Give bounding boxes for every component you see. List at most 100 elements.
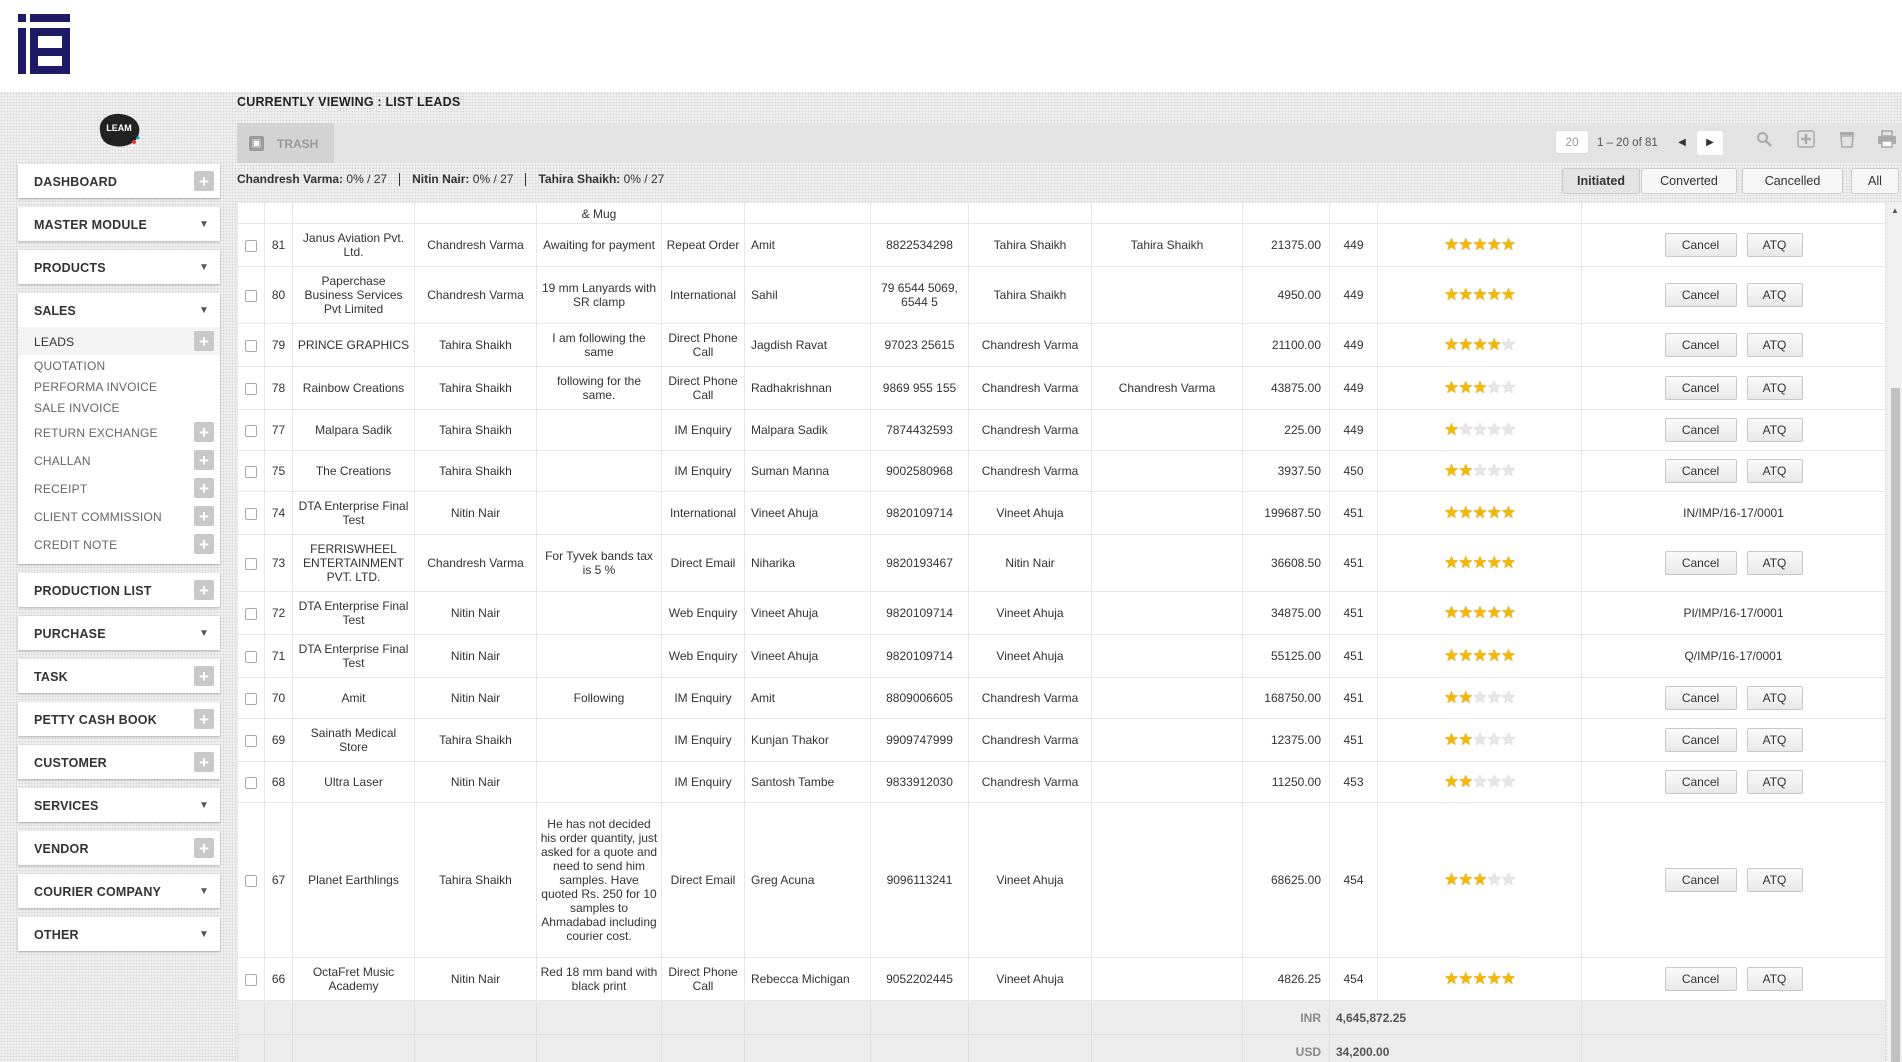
atq-button[interactable]: ATQ: [1746, 376, 1803, 400]
table-row[interactable]: 78 Rainbow Creations Tahira Shaikh followin…: [237, 366, 1886, 410]
atq-button[interactable]: ATQ: [1746, 686, 1803, 710]
sidebar-subitem-credit-note[interactable]: CREDIT NOTE +: [18, 530, 220, 558]
star-filled-icon[interactable]: ★: [1444, 235, 1459, 254]
row-checkbox[interactable]: [245, 650, 257, 663]
cancel-button[interactable]: Cancel: [1664, 418, 1737, 442]
rating-stars[interactable]: ★★★★★: [1444, 870, 1516, 889]
cancel-button[interactable]: Cancel: [1664, 459, 1737, 483]
star-filled-icon[interactable]: ★: [1501, 553, 1516, 572]
star-filled-icon[interactable]: ★: [1472, 969, 1487, 988]
row-checkbox[interactable]: [245, 289, 257, 302]
star-filled-icon[interactable]: ★: [1501, 969, 1516, 988]
star-filled-icon[interactable]: ★: [1444, 285, 1459, 304]
star-filled-icon[interactable]: ★: [1472, 235, 1487, 254]
star-empty-icon[interactable]: ★: [1501, 461, 1516, 480]
rating-stars[interactable]: ★★★★★: [1444, 772, 1516, 791]
cancel-button[interactable]: Cancel: [1664, 283, 1737, 307]
star-empty-icon[interactable]: ★: [1487, 461, 1502, 480]
atq-button[interactable]: ATQ: [1746, 459, 1803, 483]
chevron-down-icon[interactable]: ▼: [194, 257, 214, 277]
cancel-button[interactable]: Cancel: [1664, 728, 1737, 752]
table-row[interactable]: 77 Malpara Sadik Tahira Shaikh IM Enquiry Ma…: [237, 409, 1886, 451]
sidebar-item-dashboard[interactable]: DASHBOARD +: [18, 164, 220, 198]
star-empty-icon[interactable]: ★: [1501, 730, 1516, 749]
document-reference[interactable]: Q/IMP/16-17/0001: [1684, 649, 1782, 663]
plus-icon[interactable]: +: [194, 752, 214, 772]
row-checkbox[interactable]: [245, 607, 257, 620]
star-filled-icon[interactable]: ★: [1458, 969, 1473, 988]
star-filled-icon[interactable]: ★: [1444, 378, 1459, 397]
sidebar-subitem-challan[interactable]: CHALLAN +: [18, 446, 220, 474]
sidebar-item-petty-cash-book[interactable]: PETTY CASH BOOK +: [18, 702, 220, 736]
document-reference[interactable]: PI/IMP/16-17/0001: [1683, 606, 1783, 620]
star-filled-icon[interactable]: ★: [1487, 235, 1502, 254]
star-filled-icon[interactable]: ★: [1472, 378, 1487, 397]
star-filled-icon[interactable]: ★: [1501, 235, 1516, 254]
row-checkbox[interactable]: [245, 339, 257, 352]
row-checkbox[interactable]: [245, 465, 257, 478]
star-empty-icon[interactable]: ★: [1487, 420, 1502, 439]
sidebar-subitem-sale-invoice[interactable]: SALE INVOICE: [18, 397, 220, 418]
star-empty-icon[interactable]: ★: [1487, 772, 1502, 791]
print-icon[interactable]: [1874, 130, 1900, 156]
plus-icon[interactable]: +: [194, 422, 214, 442]
plus-icon[interactable]: +: [194, 331, 214, 351]
star-empty-icon[interactable]: ★: [1501, 335, 1516, 354]
star-filled-icon[interactable]: ★: [1472, 335, 1487, 354]
table-row[interactable]: 66 OctaFret Music Academy Nitin Nair Red 18…: [237, 957, 1886, 1001]
chevron-down-icon[interactable]: ▼: [194, 300, 214, 320]
atq-button[interactable]: ATQ: [1746, 283, 1803, 307]
star-empty-icon[interactable]: ★: [1501, 688, 1516, 707]
star-empty-icon[interactable]: ★: [1501, 772, 1516, 791]
star-filled-icon[interactable]: ★: [1501, 646, 1516, 665]
star-filled-icon[interactable]: ★: [1444, 335, 1459, 354]
sidebar-item-task[interactable]: TASK +: [18, 659, 220, 693]
rating-stars[interactable]: ★★★★★: [1444, 646, 1516, 665]
star-empty-icon[interactable]: ★: [1501, 420, 1516, 439]
star-empty-icon[interactable]: ★: [1487, 730, 1502, 749]
plus-icon[interactable]: +: [194, 666, 214, 686]
star-filled-icon[interactable]: ★: [1458, 646, 1473, 665]
cancel-button[interactable]: Cancel: [1664, 686, 1737, 710]
row-checkbox[interactable]: [245, 776, 257, 789]
star-filled-icon[interactable]: ★: [1501, 503, 1516, 522]
chevron-down-icon[interactable]: ▼: [194, 623, 214, 643]
row-checkbox[interactable]: [245, 382, 257, 395]
plus-icon[interactable]: +: [194, 171, 214, 191]
star-filled-icon[interactable]: ★: [1487, 553, 1502, 572]
star-filled-icon[interactable]: ★: [1458, 378, 1473, 397]
row-checkbox[interactable]: [245, 734, 257, 747]
atq-button[interactable]: ATQ: [1746, 770, 1803, 794]
chevron-down-icon[interactable]: ▼: [194, 214, 214, 234]
filter-cancelled-button[interactable]: Cancelled: [1742, 168, 1843, 194]
plus-icon[interactable]: +: [194, 838, 214, 858]
star-filled-icon[interactable]: ★: [1458, 285, 1473, 304]
atq-button[interactable]: ATQ: [1746, 967, 1803, 991]
rating-stars[interactable]: ★★★★★: [1444, 335, 1516, 354]
star-filled-icon[interactable]: ★: [1458, 235, 1473, 254]
sidebar-subitem-performa-invoice[interactable]: PERFORMA INVOICE: [18, 376, 220, 397]
plus-icon[interactable]: +: [194, 478, 214, 498]
sidebar-item-sales[interactable]: SALES ▼: [18, 293, 220, 327]
document-reference[interactable]: IN/IMP/16-17/0001: [1683, 506, 1784, 520]
star-empty-icon[interactable]: ★: [1472, 730, 1487, 749]
sidebar-item-vendor[interactable]: VENDOR +: [18, 831, 220, 865]
rating-stars[interactable]: ★★★★★: [1444, 553, 1516, 572]
star-empty-icon[interactable]: ★: [1501, 870, 1516, 889]
star-filled-icon[interactable]: ★: [1458, 335, 1473, 354]
star-empty-icon[interactable]: ★: [1458, 420, 1473, 439]
plus-icon[interactable]: +: [194, 506, 214, 526]
rating-stars[interactable]: ★★★★★: [1444, 503, 1516, 522]
chevron-down-icon[interactable]: ▼: [194, 924, 214, 944]
trash-button[interactable]: ▣ TRASH: [237, 123, 334, 163]
star-filled-icon[interactable]: ★: [1472, 503, 1487, 522]
star-empty-icon[interactable]: ★: [1472, 461, 1487, 480]
star-filled-icon[interactable]: ★: [1487, 503, 1502, 522]
row-checkbox[interactable]: [245, 239, 257, 252]
cancel-button[interactable]: Cancel: [1664, 376, 1737, 400]
sidebar-item-customer[interactable]: CUSTOMER +: [18, 745, 220, 779]
row-checkbox[interactable]: [245, 874, 257, 887]
prev-page-button[interactable]: ◀: [1669, 131, 1695, 155]
star-filled-icon[interactable]: ★: [1472, 285, 1487, 304]
star-filled-icon[interactable]: ★: [1487, 335, 1502, 354]
